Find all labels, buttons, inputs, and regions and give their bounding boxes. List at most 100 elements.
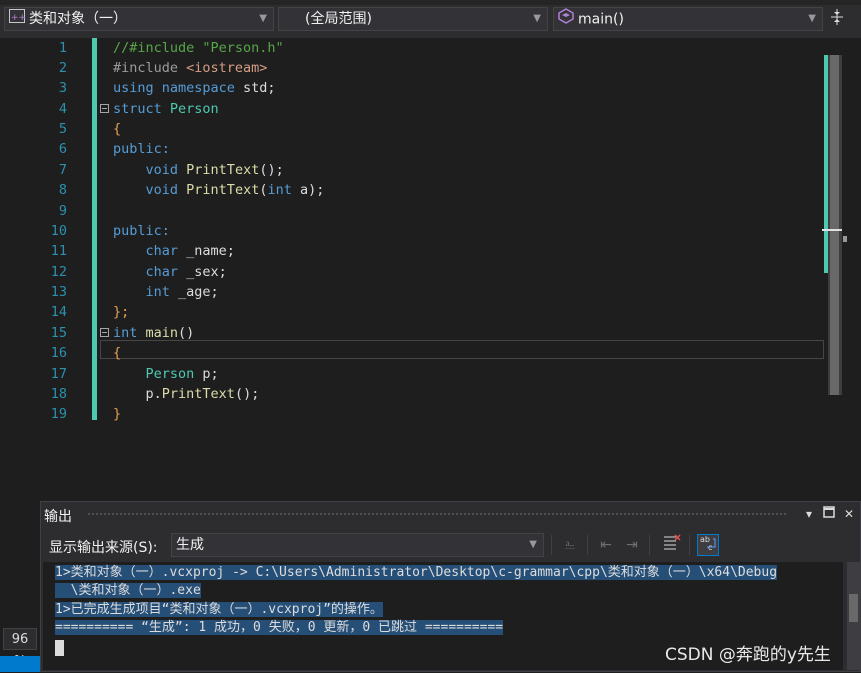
code-text: using namespace std; xyxy=(113,80,276,96)
close-icon[interactable]: ✕ xyxy=(841,506,857,522)
code-line: 2 #include <iostream> xyxy=(0,58,830,78)
line-number: 4 xyxy=(58,101,67,117)
drag-grip[interactable] xyxy=(87,512,787,517)
code-line: 5{ xyxy=(0,119,830,139)
code-text: struct Person xyxy=(113,101,219,117)
code-text: char _name; xyxy=(145,243,235,259)
window-menu-icon[interactable]: ▾ xyxy=(801,506,817,522)
maximize-icon[interactable] xyxy=(821,506,837,522)
find-message-icon[interactable]: ⎁ xyxy=(559,534,581,556)
chevron-down-icon: ▼ xyxy=(259,13,267,24)
line-number: 12 xyxy=(50,264,67,280)
code-text: public: xyxy=(113,141,170,157)
line-number: 11 xyxy=(50,243,67,259)
next-message-icon[interactable]: ⇥ xyxy=(621,534,643,556)
scrollbar-thumb[interactable] xyxy=(830,55,839,395)
code-line: 3 using namespace std; xyxy=(0,78,830,98)
output-line: 1>类和对象（一）.vcxproj -> C:\Users\Administra… xyxy=(55,565,778,580)
source-label: 显示输出来源(S): xyxy=(49,540,158,556)
project-icon: ++ xyxy=(9,8,26,30)
code-text: Person p; xyxy=(145,366,219,382)
output-vertical-scrollbar[interactable] xyxy=(847,562,861,670)
line-number: 1 xyxy=(58,40,67,56)
line-number: 14 xyxy=(50,304,67,320)
code-text: void PrintText(); xyxy=(145,162,284,178)
project-name: 类和对象（一） xyxy=(29,11,127,27)
code-line: 17 Person p; xyxy=(0,364,830,384)
line-number: 7 xyxy=(58,162,67,178)
word-wrap-toggle-icon[interactable]: ab c xyxy=(697,534,719,556)
scrollbar-thumb[interactable] xyxy=(849,594,858,622)
code-text: #include <iostream> xyxy=(113,60,268,76)
code-text: public: xyxy=(113,223,170,239)
chevron-down-icon: ▼ xyxy=(529,539,537,550)
code-text: //#include "Person.h" xyxy=(113,40,284,56)
toolbar-separator xyxy=(689,535,690,555)
code-editor[interactable]: 1 //#include "Person.h" 2 #include <iostre… xyxy=(0,38,861,498)
output-source-select[interactable]: 生成 ▼ xyxy=(171,533,544,557)
previous-message-icon[interactable]: ⇤ xyxy=(595,534,617,556)
output-line: ========== “生成”: 1 成功，0 失败，0 更新，0 已跳过 ==… xyxy=(55,620,504,635)
code-text: { xyxy=(113,121,122,137)
toolbar-separator xyxy=(551,535,552,555)
output-source-value: 生成 xyxy=(176,537,204,553)
toolbar-separator xyxy=(649,535,650,555)
code-text: { xyxy=(113,345,122,361)
line-number: 15 xyxy=(50,325,67,341)
line-number: 13 xyxy=(50,284,67,300)
member-dropdown[interactable]: main() ▼ xyxy=(553,7,823,31)
code-text: } xyxy=(113,406,122,422)
method-icon xyxy=(558,8,574,31)
line-number: 6 xyxy=(58,141,67,157)
output-title-bar[interactable]: 输出 ▾ ✕ xyxy=(41,502,861,528)
line-number: 18 xyxy=(50,386,67,402)
output-line: 1>已完成生成项目“类和对象（一）.vcxproj”的操作。 xyxy=(55,602,383,617)
code-line: 6 public: xyxy=(0,139,830,159)
line-number: 16 xyxy=(50,345,67,361)
zoom-level[interactable]: 96 % xyxy=(3,628,37,669)
output-line: \类和对象（一）.exe xyxy=(55,583,201,598)
code-line: 14}; xyxy=(0,302,830,322)
watermark-text: CSDN @奔跑的y先生 xyxy=(665,645,831,665)
clear-all-icon[interactable] xyxy=(661,534,683,556)
chevron-down-icon: ▼ xyxy=(533,13,541,24)
collapse-icon[interactable] xyxy=(100,328,109,337)
scope-dropdown[interactable]: (全局范围) ▼ xyxy=(278,7,548,31)
split-window-icon[interactable] xyxy=(826,9,848,29)
code-line: 18 p.PrintText(); xyxy=(0,384,830,404)
code-text: void PrintText(int a); xyxy=(145,182,325,198)
code-line: 8 void PrintText(int a); xyxy=(0,180,830,200)
line-number: 9 xyxy=(58,203,67,219)
line-number: 17 xyxy=(50,366,67,382)
scroll-map-marker xyxy=(843,236,847,242)
code-line: 7 void PrintText(); xyxy=(0,160,830,180)
collapse-icon[interactable] xyxy=(100,104,109,113)
chevron-down-icon: ▼ xyxy=(808,13,816,24)
editor-vertical-scrollbar[interactable] xyxy=(822,55,842,395)
code-text: char _sex; xyxy=(145,264,227,280)
code-line: 12 char _sex; xyxy=(0,262,830,282)
status-strip xyxy=(0,656,40,672)
toolbar-separator xyxy=(587,535,588,555)
code-text: p.PrintText(); xyxy=(113,386,260,402)
code-line: 1 //#include "Person.h" xyxy=(0,38,830,58)
code-text: }; xyxy=(113,304,130,320)
code-line: 16 { xyxy=(0,343,830,363)
change-marker xyxy=(824,55,828,273)
line-number: 3 xyxy=(58,80,67,96)
caret-position-marker xyxy=(822,229,842,231)
code-line: 4 struct Person xyxy=(0,99,830,119)
scope-value: (全局范围) xyxy=(305,11,372,27)
project-dropdown[interactable]: ++ 类和对象（一） ▼ xyxy=(4,7,274,31)
code-text: int _age; xyxy=(145,284,219,300)
output-title: 输出 xyxy=(44,509,72,525)
output-caret xyxy=(55,640,64,656)
line-number: 8 xyxy=(58,182,67,198)
code-line: 9 xyxy=(0,201,830,221)
code-line: 11 char _name; xyxy=(0,241,830,261)
code-line: 13 int _age; xyxy=(0,282,830,302)
tab-strip xyxy=(0,0,861,5)
line-number: 19 xyxy=(50,406,67,422)
code-line: 15 int main() xyxy=(0,323,830,343)
svg-text:++: ++ xyxy=(11,13,25,23)
